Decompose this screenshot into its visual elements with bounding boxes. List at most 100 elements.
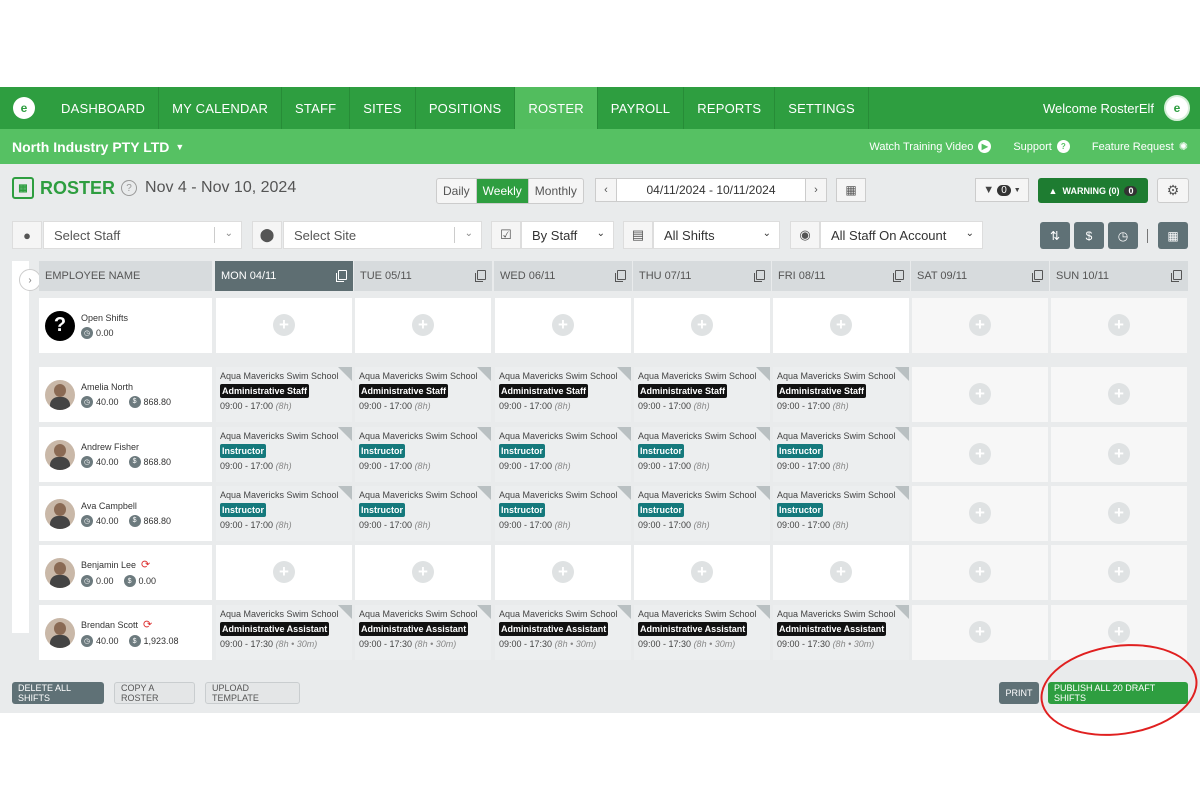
shift-card[interactable]: Aqua Mavericks Swim School Administrative… <box>773 367 909 422</box>
shift-card[interactable]: Aqua Mavericks Swim School Instructor 09:0… <box>495 427 631 482</box>
training-video-link[interactable]: Watch Training Video ▶ <box>869 140 992 153</box>
empty-shift-cell[interactable]: + <box>1051 427 1187 482</box>
hours-toggle-button[interactable]: ◷ <box>1108 222 1138 249</box>
tab-weekly[interactable]: Weekly <box>476 179 529 203</box>
nav-positions[interactable]: POSITIONS <box>416 87 516 129</box>
add-shift-icon[interactable]: + <box>969 502 991 524</box>
feature-request-link[interactable]: Feature Request ✺ <box>1092 140 1188 154</box>
empty-shift-cell[interactable]: + <box>912 427 1048 482</box>
add-shift-icon[interactable]: + <box>1108 383 1130 405</box>
copy-day-icon[interactable] <box>615 270 626 282</box>
filter-button[interactable]: ▼ 0 ▼ <box>975 178 1029 202</box>
day-header[interactable]: WED 06/11 <box>494 261 632 291</box>
empty-shift-cell[interactable]: + <box>912 367 1048 422</box>
add-shift-icon[interactable]: + <box>273 561 295 583</box>
shift-card[interactable]: Aqua Mavericks Swim School Administrative… <box>634 367 770 422</box>
add-shift-icon[interactable]: + <box>691 314 713 336</box>
empty-shift-cell[interactable]: + <box>912 605 1048 660</box>
add-shift-icon[interactable]: + <box>691 561 713 583</box>
shift-card[interactable]: Aqua Mavericks Swim School Instructor 09:0… <box>216 486 352 541</box>
tab-daily[interactable]: Daily <box>437 179 477 203</box>
empty-shift-cell[interactable]: + <box>634 545 770 600</box>
add-shift-icon[interactable]: + <box>412 561 434 583</box>
cost-toggle-button[interactable]: $ <box>1074 222 1104 249</box>
calendar-view-button[interactable]: ▦ <box>1158 222 1188 249</box>
expand-panel-button[interactable]: › <box>19 269 41 291</box>
day-header[interactable]: SUN 10/11 <box>1050 261 1188 291</box>
copy-day-icon[interactable] <box>893 270 904 282</box>
add-shift-icon[interactable]: + <box>1108 443 1130 465</box>
add-shift-icon[interactable]: + <box>830 561 852 583</box>
empty-shift-cell[interactable]: + <box>216 298 352 353</box>
tab-monthly[interactable]: Monthly <box>529 179 583 203</box>
add-shift-icon[interactable]: + <box>412 314 434 336</box>
empty-shift-cell[interactable]: + <box>355 545 491 600</box>
day-header[interactable]: THU 07/11 <box>633 261 771 291</box>
shift-card[interactable]: Aqua Mavericks Swim School Instructor 09:0… <box>773 427 909 482</box>
nav-payroll[interactable]: PAYROLL <box>598 87 685 129</box>
copy-roster-button[interactable]: COPY A ROSTER <box>114 682 195 704</box>
add-shift-icon[interactable]: + <box>273 314 295 336</box>
empty-shift-cell[interactable]: + <box>634 298 770 353</box>
nav-settings[interactable]: SETTINGS <box>775 87 869 129</box>
upload-template-button[interactable]: UPLOAD TEMPLATE <box>205 682 300 704</box>
employee-row-header[interactable]: Ava Campbell ◷ 40.00 $868.80 <box>39 486 212 541</box>
empty-shift-cell[interactable]: + <box>912 545 1048 600</box>
copy-day-icon[interactable] <box>1171 270 1182 282</box>
employee-row-header[interactable]: Benjamin Lee ⟳ ◷ 0.00 $0.00 <box>39 545 212 600</box>
empty-shift-cell[interactable]: + <box>495 298 631 353</box>
shift-card[interactable]: Aqua Mavericks Swim School Instructor 09:0… <box>773 486 909 541</box>
group-by-dropdown[interactable]: By Staff ⌄ <box>521 221 614 249</box>
nav-dashboard[interactable]: DASHBOARD <box>48 87 160 129</box>
shift-card[interactable]: Aqua Mavericks Swim School Administrative… <box>216 367 352 422</box>
select-site-dropdown[interactable]: Select Site ⌄ <box>283 221 482 249</box>
add-shift-icon[interactable]: + <box>1108 621 1130 643</box>
add-shift-icon[interactable]: + <box>1108 502 1130 524</box>
empty-shift-cell[interactable]: + <box>216 545 352 600</box>
add-shift-icon[interactable]: + <box>552 561 574 583</box>
shift-card[interactable]: Aqua Mavericks Swim School Administrative… <box>495 367 631 422</box>
print-button[interactable]: PRINT <box>999 682 1039 704</box>
day-header[interactable]: SAT 09/11 <box>911 261 1049 291</box>
shift-card[interactable]: Aqua Mavericks Swim School Instructor 09:0… <box>216 427 352 482</box>
prev-week-button[interactable]: ‹ <box>595 178 617 202</box>
shift-card[interactable]: Aqua Mavericks Swim School Administrative… <box>216 605 352 660</box>
employee-row-header[interactable]: Brendan Scott ⟳ ◷ 40.00 $1,923.08 <box>39 605 212 660</box>
empty-shift-cell[interactable]: + <box>912 486 1048 541</box>
app-logo[interactable]: e <box>0 87 48 129</box>
add-shift-icon[interactable]: + <box>1108 561 1130 583</box>
shift-card[interactable]: Aqua Mavericks Swim School Instructor 09:0… <box>634 427 770 482</box>
add-shift-icon[interactable]: + <box>552 314 574 336</box>
empty-shift-cell[interactable]: + <box>1051 367 1187 422</box>
nav-staff[interactable]: STAFF <box>282 87 351 129</box>
nav-my-calendar[interactable]: MY CALENDAR <box>159 87 283 129</box>
next-week-button[interactable]: › <box>805 178 827 202</box>
empty-shift-cell[interactable]: + <box>495 545 631 600</box>
empty-shift-cell[interactable]: + <box>1051 298 1187 353</box>
shifts-filter-dropdown[interactable]: All Shifts ⌄ <box>653 221 780 249</box>
employee-row-header[interactable]: Amelia North ◷ 40.00 $868.80 <box>39 367 212 422</box>
help-icon[interactable]: ? <box>121 180 138 196</box>
copy-day-icon[interactable] <box>475 270 486 282</box>
empty-shift-cell[interactable]: + <box>912 298 1048 353</box>
warning-button[interactable]: ▲ WARNING (0) 0 <box>1038 178 1148 203</box>
add-shift-icon[interactable]: + <box>969 621 991 643</box>
nav-roster[interactable]: ROSTER <box>515 87 598 129</box>
open-shifts-row-header[interactable]: ? Open Shifts ◷ 0.00 <box>39 298 212 353</box>
settings-button[interactable]: ⚙ <box>1157 178 1189 203</box>
sort-button[interactable]: ⇅ <box>1040 222 1070 249</box>
empty-shift-cell[interactable]: + <box>355 298 491 353</box>
add-shift-icon[interactable]: + <box>969 561 991 583</box>
empty-shift-cell[interactable]: + <box>1051 545 1187 600</box>
employee-row-header[interactable]: Andrew Fisher ◷ 40.00 $868.80 <box>39 427 212 482</box>
add-shift-icon[interactable]: + <box>830 314 852 336</box>
company-selector[interactable]: North Industry PTY LTD ▼ <box>12 139 184 155</box>
shift-card[interactable]: Aqua Mavericks Swim School Instructor 09:0… <box>634 486 770 541</box>
support-link[interactable]: Support? <box>1013 140 1070 153</box>
select-staff-dropdown[interactable]: Select Staff ⌄ <box>43 221 242 249</box>
shift-card[interactable]: Aqua Mavericks Swim School Administrative… <box>773 605 909 660</box>
add-shift-icon[interactable]: + <box>969 443 991 465</box>
delete-all-shifts-button[interactable]: DELETE ALL SHIFTS <box>12 682 104 704</box>
nav-sites[interactable]: SITES <box>350 87 416 129</box>
add-shift-icon[interactable]: + <box>969 314 991 336</box>
